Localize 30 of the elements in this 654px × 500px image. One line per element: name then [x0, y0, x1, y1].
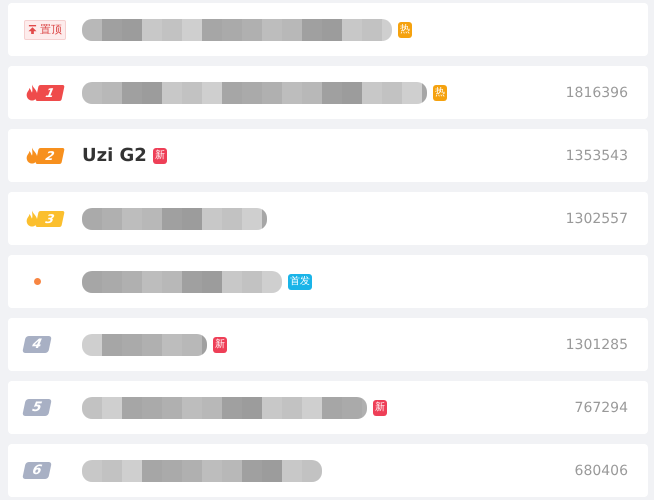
- rank-badge: 4: [22, 336, 52, 353]
- tag-badge: 新: [373, 400, 387, 416]
- heat-count: 1816396: [566, 84, 628, 100]
- hot-search-item[interactable]: 3 1302557: [8, 192, 648, 245]
- hot-search-item[interactable]: 1 热 1816396: [8, 66, 648, 119]
- flame-icon: [24, 83, 40, 102]
- rank-badge: 5: [22, 399, 52, 416]
- hot-search-item[interactable]: 置顶 热: [8, 3, 648, 56]
- item-title[interactable]: Uzi G2: [82, 145, 147, 166]
- arrow-up-icon: [28, 25, 37, 34]
- tag-badge: 新: [213, 336, 227, 352]
- heat-count: 1301285: [566, 336, 628, 352]
- flame-icon: [24, 209, 40, 228]
- dot-icon: [34, 278, 41, 285]
- heat-count: 1302557: [566, 210, 628, 226]
- heat-count: 1353543: [566, 148, 628, 164]
- tag-badge: 热: [433, 84, 447, 100]
- pinned-badge: 置顶: [24, 20, 66, 40]
- tag-badge: 热: [398, 22, 412, 38]
- heat-count: 680406: [574, 462, 628, 478]
- hot-search-item[interactable]: 5 新 767294: [8, 381, 648, 434]
- hot-search-item[interactable]: 4 新 1301285: [8, 318, 648, 371]
- flame-icon: [24, 146, 40, 165]
- hot-search-item[interactable]: 首发: [8, 255, 648, 308]
- tag-badge: 首发: [288, 274, 312, 290]
- hot-search-item[interactable]: 2 Uzi G2 新 1353543: [8, 129, 648, 182]
- tag-badge: 新: [152, 148, 167, 164]
- heat-count: 767294: [574, 400, 628, 416]
- hot-search-item[interactable]: 6 680406: [8, 444, 648, 497]
- rank-badge: 6: [22, 462, 52, 479]
